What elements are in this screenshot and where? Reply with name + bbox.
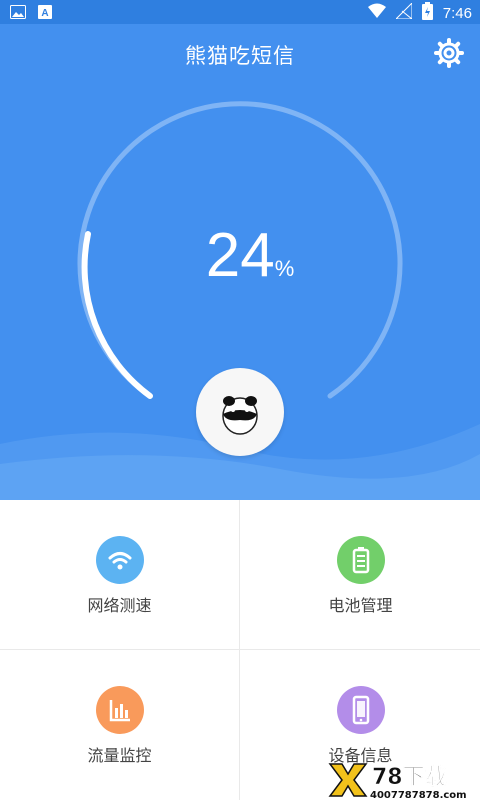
signal-icon [394, 1, 413, 23]
svg-text:78下载: 78下载 [372, 764, 447, 790]
wifi-icon [367, 3, 386, 23]
watermark-logo: 78下载 4007787878.com [328, 760, 480, 801]
feature-label: 电池管理 [328, 596, 393, 615]
usage-unit: % [274, 256, 295, 281]
battery-icon [337, 536, 385, 584]
svg-text:4007787878.com: 4007787878.com [370, 790, 467, 800]
hero-panel: 熊猫吃短信 24% [0, 24, 480, 500]
panda-button[interactable] [196, 368, 284, 456]
usage-percent: 24% [190, 220, 310, 291]
usage-value: 24 [205, 221, 275, 290]
a-icon: A [38, 4, 52, 23]
feature-network-speed[interactable]: 网络测速 [0, 500, 239, 649]
grid-divider-horizontal [0, 649, 480, 650]
phone-icon [337, 686, 385, 734]
bar-chart-icon [96, 686, 144, 734]
feature-label: 网络测速 [87, 596, 152, 615]
status-bar: A 7:46 [0, 0, 480, 24]
feature-traffic-monitor[interactable]: 流量监控 [0, 650, 239, 799]
svg-text:A: A [41, 8, 48, 19]
app-title: 熊猫吃短信 [185, 44, 295, 68]
settings-button[interactable] [434, 38, 464, 68]
wifi-icon [96, 536, 144, 584]
grid-divider-vertical [239, 500, 240, 800]
battery-icon [421, 2, 433, 24]
feature-battery[interactable]: 电池管理 [241, 500, 480, 649]
status-time: 7:46 [442, 4, 472, 22]
image-icon [10, 4, 26, 23]
feature-grid: 网络测速 电池管理 流量监控 设备信息 [0, 500, 480, 800]
panda-icon [222, 396, 258, 435]
feature-label: 流量监控 [87, 746, 152, 765]
gauge-progress [81, 231, 153, 399]
gear-icon [434, 38, 464, 68]
